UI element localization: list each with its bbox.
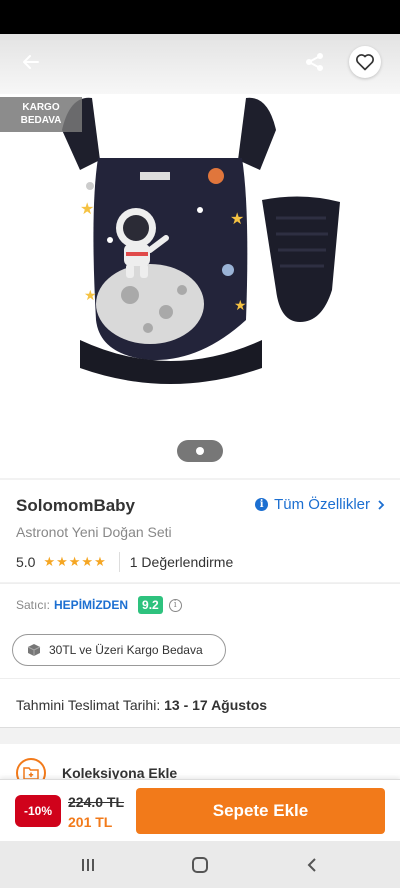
system-nav-bar [0, 841, 400, 888]
free-shipping-label: 30TL ve Üzeri Kargo Bedava [49, 643, 203, 657]
seller-row: Satıcı: HEPİMİZDEN 9.2 i [16, 596, 182, 614]
back-button[interactable] [14, 46, 48, 78]
review-count[interactable]: 1 Değerlendirme [130, 554, 234, 570]
delivery-section: Tahmini Teslimat Tarihi: 13 - 17 Ağustos [0, 678, 400, 728]
favorite-button[interactable] [349, 46, 381, 78]
heart-icon [356, 54, 374, 71]
brand-name[interactable]: SolomomBaby [16, 496, 135, 516]
svg-text:★: ★ [234, 297, 247, 313]
product-image: ★ ★ ★ ★ [62, 97, 340, 384]
seller-label: Satıcı: [16, 598, 51, 612]
home-icon [192, 857, 208, 873]
chevron-right-icon [378, 499, 385, 510]
badge-line-1: KARGO [22, 102, 60, 113]
badge-line-2: BEDAVA [20, 115, 62, 126]
delivery-label: Tahmini Teslimat Tarihi: [16, 697, 161, 713]
info-icon[interactable]: i [168, 598, 182, 612]
all-features-label: Tüm Özellikler [274, 496, 370, 513]
svg-text:★: ★ [84, 287, 97, 303]
product-name: Astronot Yeni Doğan Seti [16, 524, 172, 540]
delivery-estimate: Tahmini Teslimat Tarihi: 13 - 17 Ağustos [16, 697, 267, 713]
share-button[interactable] [298, 46, 332, 78]
svg-text:★: ★ [80, 201, 94, 218]
chevron-left-icon [307, 858, 316, 872]
product-gallery[interactable]: ★ ★ ★ ★ KARGO BEDAVA [0, 34, 400, 478]
system-back-button[interactable] [300, 853, 324, 877]
gallery-pager[interactable] [177, 440, 223, 462]
buy-bar: -10% 224.0 TL 201 TL Sepete Ekle [0, 779, 400, 841]
arrow-left-icon [23, 55, 39, 69]
delivery-dates: 13 - 17 Ağustos [164, 697, 268, 713]
rating-stars: ★★★★★ [43, 554, 107, 569]
share-icon [306, 53, 323, 71]
svg-text:★: ★ [230, 211, 244, 228]
recent-apps-button[interactable] [76, 853, 100, 877]
old-price: 224.0 TL [68, 794, 125, 810]
status-bar [0, 0, 400, 34]
rating-value: 5.0 [16, 554, 36, 570]
seller-name[interactable]: HEPİMİZDEN [54, 598, 128, 612]
box-icon [27, 644, 41, 656]
rating-row[interactable]: 5.0 ★★★★★ 1 Değerlendirme [16, 552, 233, 572]
home-button[interactable] [188, 853, 212, 877]
product-info: SolomomBaby i Tüm Özellikler Astronot Ye… [0, 480, 400, 582]
all-features-link[interactable]: i Tüm Özellikler [255, 496, 386, 513]
info-icon: i [255, 498, 269, 511]
current-price: 201 TL [68, 814, 113, 830]
add-to-collection[interactable]: Koleksiyona Ekle [0, 744, 400, 788]
recent-apps-icon [82, 859, 94, 871]
divider [118, 552, 120, 572]
free-shipping-pill[interactable]: 30TL ve Üzeri Kargo Bedava [12, 634, 226, 666]
pager-dot[interactable] [196, 447, 204, 455]
add-to-cart-button[interactable]: Sepete Ekle [136, 788, 385, 834]
free-shipping-badge: KARGO BEDAVA [0, 97, 82, 132]
discount-badge: -10% [15, 795, 61, 827]
seller-section: Satıcı: HEPİMİZDEN 9.2 i 30TL ve Üzeri K… [0, 583, 400, 678]
seller-score: 9.2 [138, 596, 163, 614]
gallery-top-fade [0, 34, 400, 94]
